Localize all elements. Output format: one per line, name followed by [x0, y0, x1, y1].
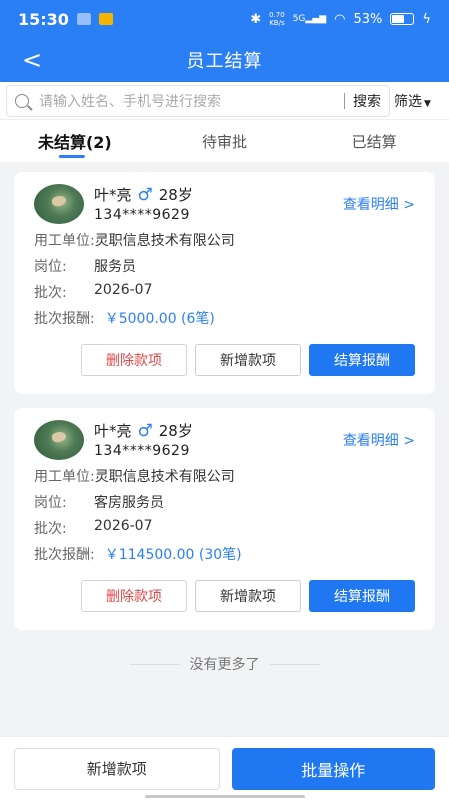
add-item-button[interactable]: 新增款项	[195, 344, 301, 376]
caret-down-icon: ▼	[424, 98, 431, 109]
add-item-button[interactable]: 新增款项	[195, 580, 301, 612]
batch-label: 批次:	[34, 521, 67, 537]
tab-pending-approval[interactable]: 待审批	[150, 120, 300, 162]
page-title: 员工结算	[186, 51, 263, 72]
batch-field: 批次: 2026-07	[34, 282, 415, 302]
person-age: 28岁	[158, 422, 193, 440]
status-bar: 15:30 ✱ 0.70 KB/s 5G▂▄▆ ◠ 53% ϟ	[0, 0, 449, 38]
batch-value: 2026-07	[94, 282, 153, 298]
employer-field: 用工单位: 灵职信息技术有限公司	[34, 230, 415, 250]
batch-operation-button[interactable]: 批量操作	[231, 747, 435, 790]
employer-value: 灵职信息技术有限公司	[94, 233, 235, 249]
filter-button[interactable]: 筛选 ▼	[394, 91, 431, 111]
post-value: 客房服务员	[94, 495, 164, 511]
person-phone: 134****9629	[94, 443, 190, 459]
post-label: 岗位:	[34, 495, 67, 511]
employer-value: 灵职信息技术有限公司	[94, 469, 235, 485]
settle-pay-button[interactable]: 结算报酬	[309, 580, 415, 612]
search-row: 请输入姓名、手机号进行搜索 搜索 筛选 ▼	[0, 82, 449, 120]
pay-label: 批次报酬:	[34, 547, 95, 563]
tab-unsettled[interactable]: 未结算(2)	[0, 120, 150, 162]
net-speed: 0.70 KB/s	[269, 11, 285, 27]
employer-label: 用工单位:	[34, 469, 95, 485]
bottom-add-item-button[interactable]: 新增款项	[14, 747, 220, 790]
post-field: 岗位: 客房服务员	[34, 492, 415, 512]
person-name: 叶*亮	[94, 422, 132, 440]
home-indicator[interactable]	[144, 795, 305, 798]
card-actions: 删除款项 新增款项 结算报酬	[34, 344, 415, 376]
tab-settled[interactable]: 已结算	[299, 120, 449, 162]
avatar	[34, 184, 84, 224]
person-age: 28岁	[158, 186, 193, 204]
avatar	[34, 420, 84, 460]
battery-icon	[390, 13, 415, 25]
signal-icon: 5G▂▄▆	[292, 14, 327, 24]
divider-line	[129, 663, 180, 665]
pay-amount: ￥114500.00 (30笔)	[104, 547, 242, 563]
male-icon: ♂	[137, 420, 153, 441]
post-value: 服务员	[94, 259, 136, 275]
batch-value: 2026-07	[94, 518, 153, 534]
nav-bar: < 员工结算	[0, 38, 449, 82]
post-field: 岗位: 服务员	[34, 256, 415, 276]
person-phone: 134****9629	[94, 207, 190, 223]
search-divider	[344, 92, 345, 109]
wifi-icon: ◠	[334, 11, 346, 27]
charging-icon: ϟ	[422, 11, 431, 27]
app-notification-icon	[76, 13, 91, 25]
bluetooth-icon: ✱	[250, 11, 262, 27]
batch-field: 批次: 2026-07	[34, 518, 415, 538]
person-name: 叶*亮	[94, 186, 132, 204]
back-icon[interactable]: <	[22, 46, 42, 74]
delete-item-button[interactable]: 删除款项	[81, 344, 187, 376]
view-detail-link[interactable]: 查看明细 >	[343, 430, 415, 450]
status-time: 15:30	[18, 9, 69, 29]
bottom-action-bar: 新增款项 批量操作	[0, 736, 449, 800]
pay-field: 批次报酬: ￥114500.00 (30笔)	[34, 544, 415, 564]
no-more-indicator: 没有更多了	[14, 654, 435, 674]
settlement-card: 叶*亮 ♂ 28岁 134****9629 查看明细 > 用工单位: 灵职信息技…	[14, 408, 435, 630]
batch-label: 批次:	[34, 285, 67, 301]
search-button[interactable]: 搜索	[353, 91, 381, 111]
employer-field: 用工单位: 灵职信息技术有限公司	[34, 466, 415, 486]
settlement-list: 叶*亮 ♂ 28岁 134****9629 查看明细 > 用工单位: 灵职信息技…	[0, 162, 449, 674]
search-placeholder: 请输入姓名、手机号进行搜索	[39, 93, 221, 110]
search-input[interactable]: 请输入姓名、手机号进行搜索 搜索	[6, 84, 390, 117]
delete-item-button[interactable]: 删除款项	[81, 580, 187, 612]
no-more-text: 没有更多了	[189, 657, 260, 673]
battery-percent: 53%	[353, 11, 383, 27]
pay-field: 批次报酬: ￥5000.00 (6笔)	[34, 308, 415, 328]
male-icon: ♂	[137, 184, 153, 205]
employer-label: 用工单位:	[34, 233, 95, 249]
person-info: 叶*亮 ♂ 28岁 134****9629	[94, 420, 193, 460]
person-info: 叶*亮 ♂ 28岁 134****9629	[94, 184, 193, 224]
pay-amount: ￥5000.00 (6笔)	[104, 311, 215, 327]
settlement-card: 叶*亮 ♂ 28岁 134****9629 查看明细 > 用工单位: 灵职信息技…	[14, 172, 435, 394]
settle-pay-button[interactable]: 结算报酬	[309, 344, 415, 376]
view-detail-link[interactable]: 查看明细 >	[343, 194, 415, 214]
divider-line	[269, 663, 320, 665]
search-icon	[15, 93, 29, 108]
settlement-tabs: 未结算(2) 待审批 已结算	[0, 120, 449, 162]
post-label: 岗位:	[34, 259, 67, 275]
card-actions: 删除款项 新增款项 结算报酬	[34, 580, 415, 612]
pay-label: 批次报酬:	[34, 311, 95, 327]
tool-notification-icon	[98, 13, 113, 25]
